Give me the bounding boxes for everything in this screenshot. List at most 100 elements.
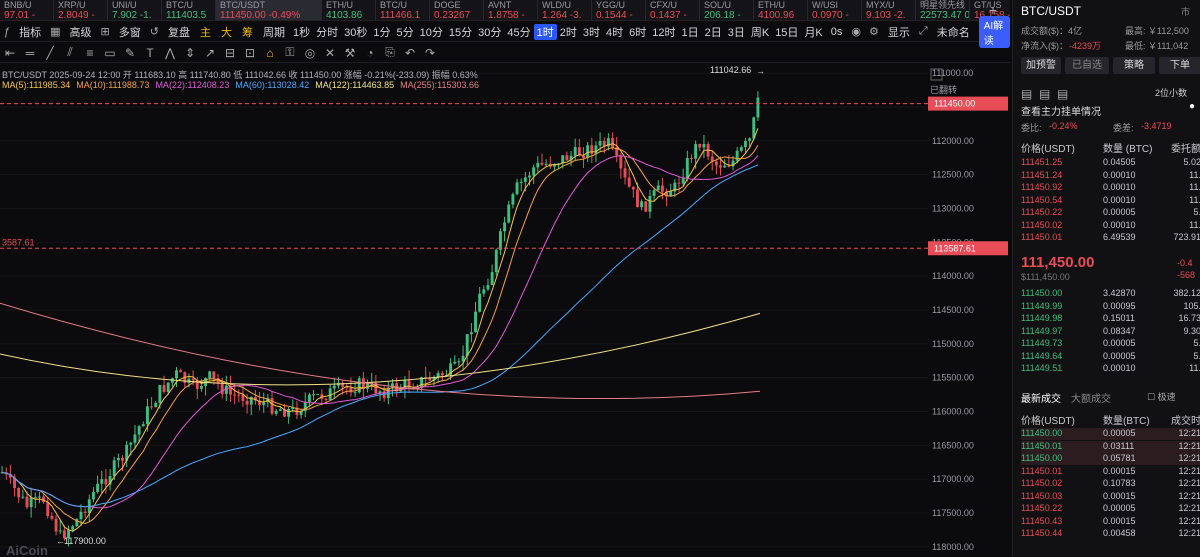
pen-icon[interactable]: ✎ [120, 46, 140, 60]
strategy-button[interactable]: 策略 [1113, 57, 1155, 74]
book-row[interactable]: 111449.99 0.00095 105. [1021, 301, 1200, 313]
ticker-item[interactable]: XRP/U 2.8049 - [54, 0, 108, 20]
grid-icon[interactable]: ⊟ [220, 46, 240, 60]
interval-option[interactable]: 周K [748, 24, 772, 40]
ticker-item[interactable]: BTC/U 111466.1 [376, 0, 430, 20]
book-row[interactable]: 111450.02 0.00010 11. [1021, 220, 1200, 232]
interval-option[interactable]: 15日 [772, 24, 801, 40]
book-row[interactable]: 111449.64 0.00005 5. [1021, 351, 1200, 363]
refresh-interval[interactable]: 0s [826, 26, 848, 38]
ticker-item[interactable]: WLD/U 1.264 -3. [538, 0, 592, 20]
ticker-item[interactable]: YGG/U 0.1544 - [592, 0, 646, 20]
book-row[interactable]: 111450.22 0.00005 5. [1021, 207, 1200, 219]
candlestick-chart[interactable]: 111000.00111500.00112000.00112500.001130… [0, 63, 1010, 557]
ticker-item[interactable]: UNI/U 7.902 -1. [108, 0, 162, 20]
pattern-icon[interactable]: ⋀ [160, 46, 180, 60]
interval-option[interactable]: 2时 [557, 24, 580, 40]
save-icon[interactable]: ⎘ [380, 45, 400, 60]
book-row[interactable]: 111450.92 0.00010 11. [1021, 182, 1200, 194]
toggle-dot-icon[interactable]: ● [1189, 101, 1195, 112]
interval-option[interactable]: 1秒 [290, 24, 313, 40]
period-button[interactable]: 周期 [258, 24, 290, 40]
book-row[interactable]: 111449.97 0.08347 9.30 [1021, 326, 1200, 338]
interval-option[interactable]: 1分 [370, 24, 393, 40]
interval-option[interactable]: 30分 [475, 24, 504, 40]
ticker-item[interactable]: BTC/U 111403.5 [162, 0, 216, 20]
interval-option[interactable]: 4时 [603, 24, 626, 40]
layout-select[interactable]: 未命名 [932, 24, 975, 40]
interval-option[interactable]: 3时 [580, 24, 603, 40]
redo-icon[interactable]: ↷ [420, 46, 440, 60]
book-row[interactable]: 111451.25 0.04505 5.02 [1021, 157, 1200, 169]
ticker-item[interactable]: AVNT 1.8758 - [484, 0, 538, 20]
big-trades-tab[interactable]: 大额成交 [1071, 390, 1111, 405]
interval-option[interactable]: 2日 [702, 24, 725, 40]
cursor-icon[interactable]: ⇤ [0, 46, 20, 60]
ticker-item[interactable]: DOGE 0.23267 [430, 0, 484, 20]
replay-button[interactable]: 复盘 [163, 24, 195, 40]
interval-option[interactable]: 1时 [533, 23, 557, 40]
chips-button[interactable]: 筹 [237, 24, 258, 40]
advanced-button[interactable]: 高级 [65, 24, 97, 40]
order-button[interactable]: 下单 [1159, 57, 1200, 74]
alert-icon[interactable]: ◔ [360, 46, 380, 60]
hline-icon[interactable]: ═ [20, 46, 40, 60]
ticker-item[interactable]: BTC/USDT 111450.00 -0.49% [216, 0, 322, 20]
decimals-select[interactable]: 2位小数 [1155, 86, 1187, 99]
trendline-icon[interactable]: ╱ [40, 46, 60, 60]
interval-option[interactable]: 3日 [725, 24, 748, 40]
interval-option[interactable]: 6时 [626, 24, 649, 40]
interval-option[interactable]: 10分 [417, 24, 446, 40]
depth-icon[interactable]: ▤ ▤ ▤ [1021, 87, 1068, 101]
ticker-item[interactable]: ETH/U 4100.96 [754, 0, 808, 20]
interval-option[interactable]: 月K [801, 24, 825, 40]
interval-option[interactable]: 30秒 [341, 24, 370, 40]
latest-trades-tab[interactable]: 最新成交 [1021, 390, 1061, 405]
rect-icon[interactable]: ▭ [100, 46, 120, 60]
eye-icon[interactable]: ◎ [300, 46, 320, 60]
ticker-item[interactable]: 明星领先线 22573.47 0. [916, 0, 970, 20]
book-row[interactable]: 111449.98 0.15011 16.73 [1021, 313, 1200, 325]
settings-icon[interactable]: ⚙ [865, 25, 883, 38]
ticker-item[interactable]: CFX/U 0.1437 - [646, 0, 700, 20]
watchlist-button[interactable]: 已自选 [1065, 57, 1109, 74]
fullscreen-icon[interactable]: ⤢ [915, 25, 932, 38]
camera-icon[interactable]: ◉ [847, 25, 865, 38]
indicator-button[interactable]: 指标 [14, 24, 46, 40]
channel-icon[interactable]: ⫽ [60, 45, 80, 60]
book-row[interactable]: 111450.01 6.49539 723.91 [1021, 232, 1200, 244]
position-icon[interactable]: ⊡ [240, 46, 260, 60]
ticker-item[interactable]: W/USI 0.0970 - [808, 0, 862, 20]
fib-icon[interactable]: ≡ [80, 46, 100, 60]
book-row[interactable]: 111451.24 0.00010 11. [1021, 170, 1200, 182]
book-row[interactable]: 111450.54 0.00010 11. [1021, 195, 1200, 207]
interval-option[interactable]: 分时 [313, 24, 341, 40]
ticker-item[interactable]: BNB/U 97.01 - [0, 0, 54, 20]
ticker-item[interactable]: SOL/U 206.18 - [700, 0, 754, 20]
multi-window-button[interactable]: 多窗 [114, 24, 146, 40]
text-icon[interactable]: T [140, 46, 160, 60]
measure-icon[interactable]: ⇕ [180, 46, 200, 60]
undo-icon[interactable]: ↶ [400, 46, 420, 60]
delete-icon[interactable]: ✕ [320, 46, 340, 60]
book-row[interactable]: 111449.51 0.00010 11. [1021, 363, 1200, 375]
ticker-item[interactable]: MYX/U 9.103 -2. [862, 0, 916, 20]
book-row[interactable]: 111450.00 3.42870 382.12 [1021, 288, 1200, 300]
display-button[interactable]: 显示 [883, 24, 915, 40]
big-order-button[interactable]: 大 [216, 24, 237, 40]
magnet-icon[interactable]: ⌂ [260, 46, 280, 60]
lock-icon[interactable]: ⚿ [280, 45, 300, 60]
arrow-icon[interactable]: ↗ [200, 46, 220, 60]
interval-option[interactable]: 1日 [678, 24, 701, 40]
interval-option[interactable]: 45分 [504, 24, 533, 40]
main-chart-button[interactable]: 主 [195, 24, 216, 40]
tools-icon[interactable]: ⚒ [340, 46, 360, 60]
main-orders-link[interactable]: 查看主力挂单情况 [1021, 103, 1101, 118]
interval-option[interactable]: 12时 [649, 24, 678, 40]
book-row[interactable]: 111449.73 0.00005 5. [1021, 338, 1200, 350]
interval-option[interactable]: 15分 [446, 24, 475, 40]
ticker-item[interactable]: ETH/U 4103.86 [322, 0, 376, 20]
alert-button[interactable]: 加预警 [1021, 57, 1061, 74]
interval-option[interactable]: 5分 [393, 24, 416, 40]
fast-checkbox[interactable]: ☐ 极速 [1147, 390, 1176, 403]
